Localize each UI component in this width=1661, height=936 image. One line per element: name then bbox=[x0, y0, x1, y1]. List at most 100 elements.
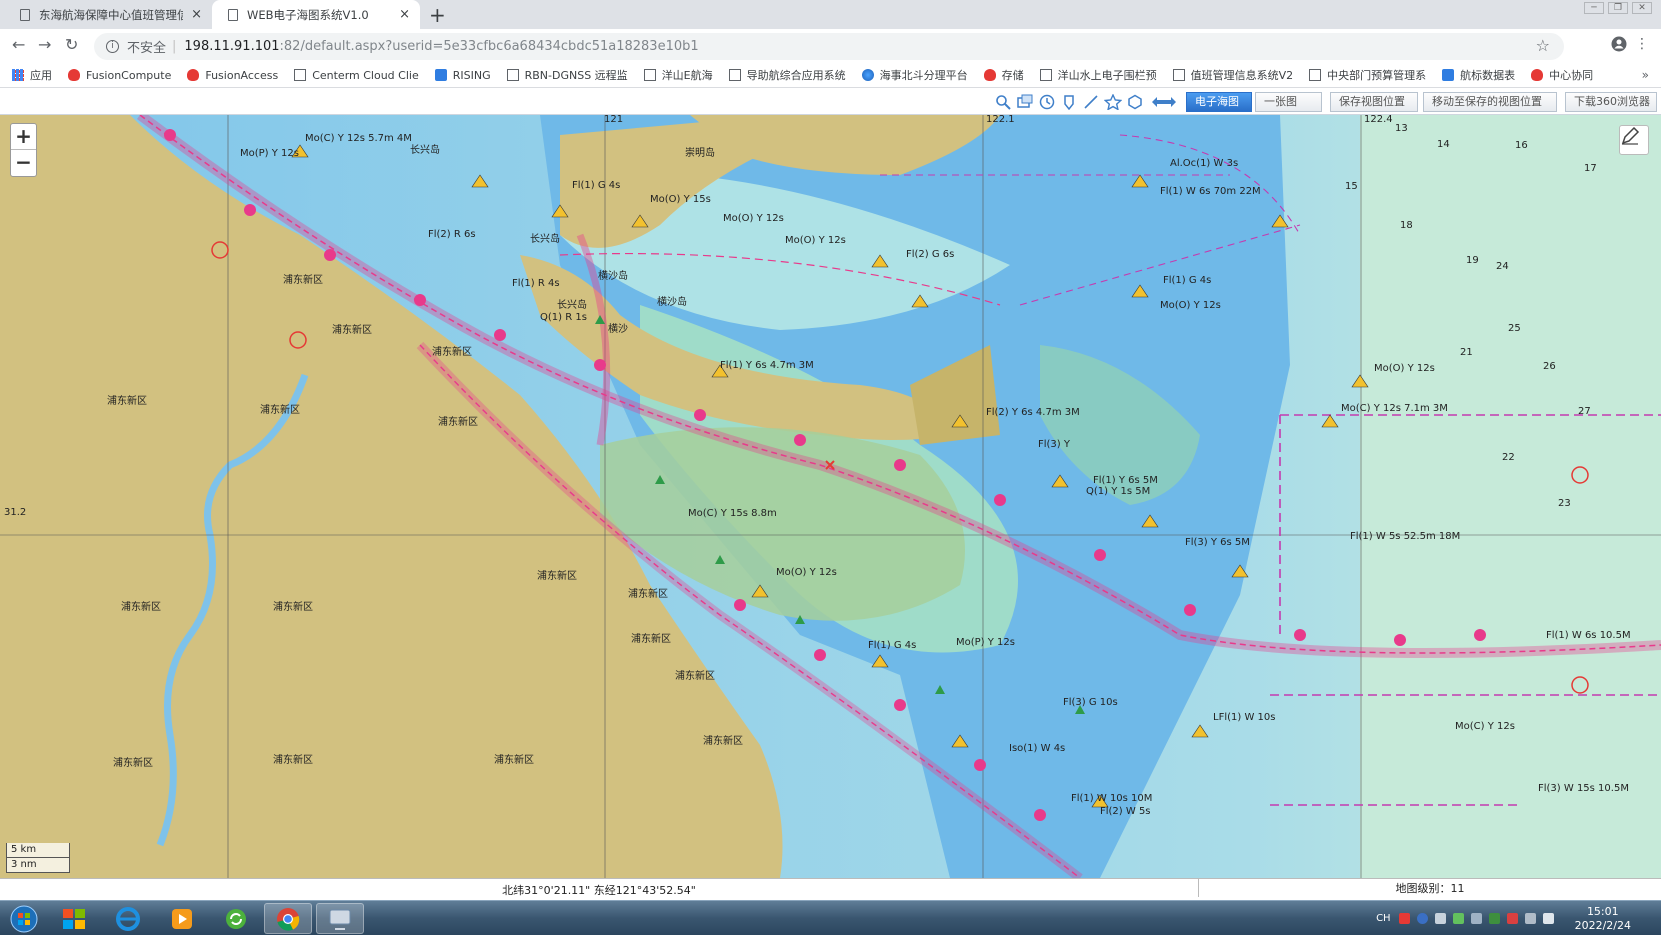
show-hidden-icon[interactable] bbox=[1470, 913, 1482, 924]
address-bar-row: ← → ↻ i 不安全 | 198.11.91.101 :82/default.… bbox=[0, 29, 1661, 63]
bookmark-centerm[interactable]: Centerm Cloud Clie bbox=[294, 69, 419, 82]
bookmark-cooperation[interactable]: 中心协同 bbox=[1531, 67, 1593, 83]
bookmark-apps[interactable]: 应用 bbox=[12, 67, 52, 83]
light-label: Iso(1) W 4s bbox=[1009, 743, 1066, 754]
place-label: 浦东新区 bbox=[121, 602, 161, 613]
circle-tool-icon[interactable] bbox=[1125, 92, 1145, 112]
reload-button[interactable]: ↻ bbox=[65, 35, 78, 54]
clock-time: 15:01 bbox=[1586, 904, 1619, 918]
line-tool-icon[interactable] bbox=[1081, 92, 1101, 112]
bookmark-navaid-table[interactable]: 航标数据表 bbox=[1442, 67, 1515, 83]
bookmark-budget[interactable]: 中央部门预算管理系 bbox=[1309, 67, 1426, 83]
bookmark-fence[interactable]: 洋山水上电子围栏预 bbox=[1039, 67, 1157, 83]
light-label: Mo(C) Y 12s bbox=[1455, 721, 1515, 732]
depth-label: 14 bbox=[1437, 139, 1450, 150]
media-player-icon[interactable] bbox=[158, 903, 206, 934]
light-label: Fl(1) G 4s bbox=[572, 180, 621, 191]
forward-button[interactable]: → bbox=[38, 35, 51, 54]
place-label: 浦东新区 bbox=[631, 634, 671, 645]
light-label: Fl(1) W 6s 10.5M bbox=[1546, 630, 1631, 641]
bookmark-fusioncompute[interactable]: FusionCompute bbox=[68, 69, 171, 82]
sync-app-icon[interactable] bbox=[212, 903, 260, 934]
grid-label: 121 bbox=[604, 115, 624, 125]
bookmark-rbn-dgnss[interactable]: RBN-DGNSS 远程监 bbox=[506, 67, 628, 83]
place-label: 浦东新区 bbox=[273, 602, 313, 613]
zoom-in-tool-icon[interactable] bbox=[993, 92, 1013, 112]
close-window-button[interactable]: ✕ bbox=[1632, 2, 1652, 14]
sogou-input-icon[interactable] bbox=[1398, 913, 1410, 924]
depth-label: 27 bbox=[1578, 406, 1591, 417]
tab-web-chart-system[interactable]: WEB电子海图系统V1.0 × bbox=[212, 0, 420, 29]
edit-pen-icon[interactable] bbox=[1619, 125, 1649, 155]
depth-label: 21 bbox=[1460, 347, 1473, 358]
help-icon[interactable] bbox=[1416, 913, 1428, 924]
tab-duty-system[interactable]: 东海航海保障中心值班管理信息系统 × bbox=[4, 0, 212, 29]
remote-app-icon[interactable] bbox=[316, 903, 364, 934]
input-language-indicator[interactable]: CH bbox=[1376, 913, 1391, 924]
status-bar: 北纬31°0'21.11" 东经121°43'52.54" 地图级别：11 bbox=[0, 878, 1661, 900]
zoom-out-button[interactable]: − bbox=[11, 150, 36, 176]
place-label: 横沙岛 bbox=[657, 297, 687, 308]
light-label: Al.Oc(1) W 3s bbox=[1170, 158, 1239, 169]
display-icon[interactable] bbox=[1524, 913, 1536, 924]
bookmark-navaid-system[interactable]: 导助航综合应用系统 bbox=[728, 67, 846, 83]
electronic-chart-button[interactable]: 电子海图 bbox=[1186, 92, 1252, 112]
polygon-tool-icon[interactable] bbox=[1103, 92, 1123, 112]
depth-label: 13 bbox=[1395, 123, 1408, 134]
chart-map[interactable]: 121 122.1 122.4 31.2 浦东新区 浦东新区 浦东新区 浦东新区… bbox=[0, 115, 1661, 878]
light-label: Mo(O) Y 12s bbox=[1374, 363, 1435, 374]
zoom-control: + − bbox=[10, 123, 37, 177]
clock-tool-icon[interactable] bbox=[1037, 92, 1057, 112]
clock-date: 2022/2/24 bbox=[1574, 918, 1631, 932]
rising-icon bbox=[434, 69, 447, 81]
goto-saved-view-button[interactable]: 移动至保存的视图位置 bbox=[1423, 92, 1557, 112]
light-label: Fl(1) W 10s 10M bbox=[1071, 793, 1153, 804]
bookmarks-overflow-button[interactable]: » bbox=[1642, 68, 1649, 82]
security-shield-icon[interactable] bbox=[1488, 913, 1500, 924]
depth-label: 25 bbox=[1508, 323, 1521, 334]
light-label: Fl(3) W 15s 10.5M bbox=[1538, 783, 1629, 794]
pan-tool-icon[interactable] bbox=[1015, 92, 1035, 112]
start-orb-icon[interactable] bbox=[0, 903, 48, 934]
profile-icon[interactable] bbox=[1611, 36, 1627, 56]
globe-icon bbox=[861, 69, 874, 81]
zoom-in-button[interactable]: + bbox=[11, 124, 36, 150]
chrome-icon[interactable] bbox=[264, 903, 312, 934]
bookmark-fusionaccess[interactable]: FusionAccess bbox=[187, 69, 278, 82]
place-label: 浦东新区 bbox=[113, 758, 153, 769]
one-map-button[interactable]: 一张图 bbox=[1255, 92, 1322, 112]
bookmark-beidou[interactable]: 海事北斗分理平台 bbox=[861, 67, 968, 83]
battery-icon[interactable] bbox=[1452, 913, 1464, 924]
volume-icon[interactable] bbox=[1542, 913, 1554, 924]
download-360-button[interactable]: 下载360浏览器 bbox=[1565, 92, 1657, 112]
bookmark-duty-v2[interactable]: 值班管理信息系统V2 bbox=[1172, 67, 1293, 83]
menu-icon[interactable]: ⋮ bbox=[1635, 36, 1649, 52]
network-alert-icon[interactable] bbox=[1506, 913, 1518, 924]
bookmark-yangshan[interactable]: 洋山E航海 bbox=[643, 67, 713, 83]
windows-explorer-icon[interactable] bbox=[50, 903, 98, 934]
huawei-icon bbox=[187, 69, 200, 81]
pen-tray-icon[interactable] bbox=[1434, 913, 1446, 924]
restore-button[interactable]: ❐ bbox=[1608, 2, 1628, 14]
bookmark-star-icon[interactable]: ☆ bbox=[1536, 36, 1550, 55]
marker-tool-icon[interactable] bbox=[1059, 92, 1079, 112]
bookmark-rising[interactable]: RISING bbox=[434, 69, 491, 82]
taskbar-clock[interactable]: 15:01 2022/2/24 bbox=[1575, 905, 1631, 933]
light-label: Fl(1) W 6s 70m 22M bbox=[1160, 186, 1261, 197]
page-icon bbox=[294, 69, 307, 81]
place-label: 浦东新区 bbox=[675, 671, 715, 682]
tab-close-icon[interactable]: × bbox=[399, 7, 410, 22]
bookmark-storage[interactable]: 存储 bbox=[983, 67, 1024, 83]
ie-browser-icon[interactable] bbox=[104, 903, 152, 934]
new-tab-button[interactable]: + bbox=[429, 3, 446, 27]
place-label: 浦东新区 bbox=[432, 347, 472, 358]
minimize-button[interactable]: ─ bbox=[1584, 2, 1604, 14]
back-button[interactable]: ← bbox=[12, 35, 25, 54]
save-view-button[interactable]: 保存视图位置 bbox=[1330, 92, 1418, 112]
info-icon[interactable]: i bbox=[106, 40, 119, 53]
tab-close-icon[interactable]: × bbox=[191, 7, 202, 22]
url-host: 198.11.91.101 bbox=[184, 39, 280, 54]
address-input[interactable]: i 不安全 | 198.11.91.101 :82/default.aspx?u… bbox=[94, 33, 1564, 60]
measure-tool-icon[interactable] bbox=[1149, 92, 1179, 112]
place-label: 浦东新区 bbox=[283, 275, 323, 286]
